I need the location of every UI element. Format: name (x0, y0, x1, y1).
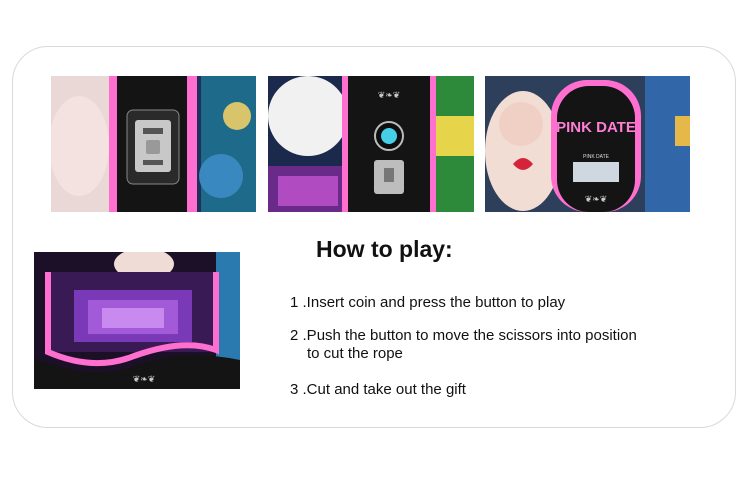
play-button-photo: ❦❧❦ (268, 76, 474, 212)
step-number: 2 (290, 327, 299, 344)
pink-date-logo: PINK DATE (556, 119, 636, 136)
step-number: 1 (290, 294, 299, 311)
coin-slot-photo (51, 76, 256, 212)
step-number: 3 (290, 381, 299, 398)
step-text: .Cut and take out the gift (302, 381, 466, 398)
instruction-step: 3 .Cut and take out the gift (290, 381, 466, 399)
step-text-continuation: to cut the rope (307, 345, 403, 362)
plush-bear-photo: PINK DATE PINK DATE ❦❧❦ (485, 76, 690, 212)
instruction-step: 2 .Push the button to move the scissors … (290, 327, 637, 363)
svg-text:❦❧❦: ❦❧❦ (133, 374, 156, 384)
machine-label-text: PINK DATE (583, 154, 610, 160)
step-text: .Push the button to move the scissors in… (302, 327, 637, 344)
instruction-step: 1 .Insert coin and press the button to p… (290, 294, 565, 312)
step-text: .Insert coin and press the button to pla… (302, 294, 566, 311)
how-to-play-heading: How to play: (316, 236, 453, 262)
svg-text:❦❧❦: ❦❧❦ (378, 90, 401, 100)
prize-chamber-photo: ❦❧❦ (34, 252, 240, 389)
svg-text:❦❧❦: ❦❧❦ (585, 194, 608, 204)
